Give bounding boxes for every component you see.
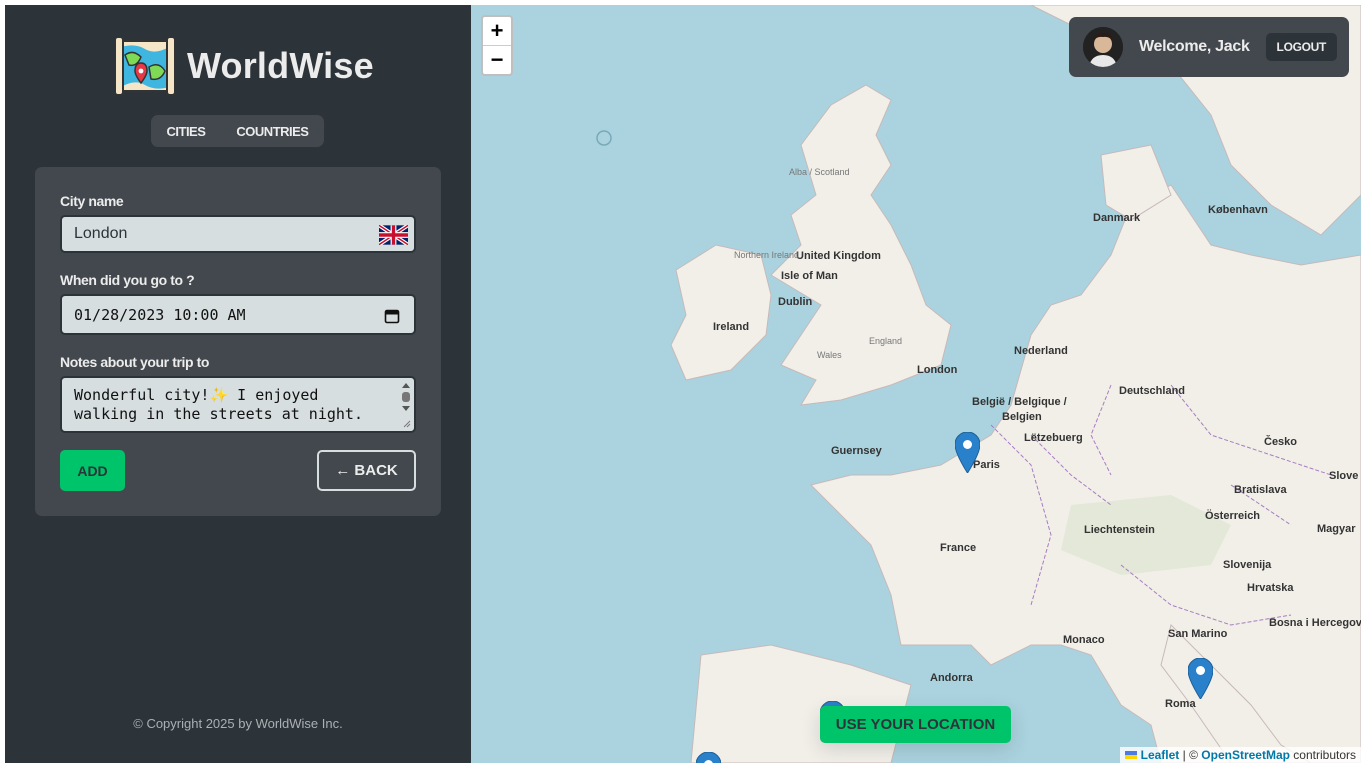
map-label-liechtenstein: Liechtenstein xyxy=(1084,524,1155,536)
notes-scrollbar[interactable] xyxy=(400,380,412,429)
use-location-button[interactable]: USE YOUR LOCATION xyxy=(820,706,1011,743)
map-label-wales: Wales xyxy=(817,350,842,360)
map-label-alba: Alba / Scotland xyxy=(789,167,850,177)
tab-cities[interactable]: CITIES xyxy=(167,124,206,139)
ukraine-flag-icon xyxy=(1125,751,1138,759)
map-marker-lisbon[interactable] xyxy=(696,752,721,763)
leaflet-link[interactable]: Leaflet xyxy=(1141,748,1180,762)
map-label-france: France xyxy=(940,542,977,554)
map-label-cesko: Česko xyxy=(1264,436,1298,448)
date-field-wrap xyxy=(60,294,416,335)
user-avatar-icon xyxy=(1083,27,1123,67)
back-button[interactable]: ← BACK xyxy=(317,450,416,491)
zoom-out-button[interactable]: − xyxy=(483,46,511,74)
logo[interactable]: WorldWise xyxy=(115,37,374,95)
map-label-bratislava: Bratislava xyxy=(1234,484,1287,496)
attribution-suffix: contributors xyxy=(1289,748,1356,762)
map-label-magyar: Magyar xyxy=(1317,523,1356,535)
map-container[interactable]: Alba / Scotland United Kingdom Isle of M… xyxy=(471,5,1361,763)
map-label-hrvatska: Hrvatska xyxy=(1247,582,1294,594)
map-label-belgien: Belgien xyxy=(1002,411,1042,423)
map-label-belgie: België / Belgique / xyxy=(972,396,1067,408)
tab-countries[interactable]: COUNTRIES xyxy=(236,124,309,139)
map-label-london: London xyxy=(917,364,958,376)
date-label: When did you go to ? xyxy=(60,272,195,288)
notes-label: Notes about your trip to xyxy=(60,354,210,370)
map-label-slovenija: Slovenija xyxy=(1223,559,1272,571)
nav-tabs: CITIES COUNTRIES xyxy=(151,115,324,147)
map-label-isle-of-man: Isle of Man xyxy=(781,270,838,282)
add-button[interactable]: ADD xyxy=(60,450,125,491)
map-label-northern-ireland: Northern Ireland xyxy=(734,250,800,260)
city-name-field-wrap xyxy=(60,215,416,253)
map-label-roma: Roma xyxy=(1165,698,1196,710)
map-label-nederland: Nederland xyxy=(1014,345,1068,357)
zoom-control: + − xyxy=(481,15,513,76)
welcome-text: Welcome, Jack xyxy=(1139,38,1250,55)
map-label-danmark: Danmark xyxy=(1093,212,1141,224)
copyright: © Copyright 2025 by WorldWise Inc. xyxy=(133,716,343,731)
map-label-monaco: Monaco xyxy=(1063,634,1105,646)
notes-field-wrap: Wonderful city!✨ I enjoyed walking in th… xyxy=(60,376,416,433)
map-label-kobenhavn: København xyxy=(1208,204,1268,216)
city-name-input[interactable] xyxy=(62,217,414,251)
app-name: WorldWise xyxy=(187,45,374,86)
city-form: City name When did you go to ? xyxy=(35,167,441,516)
app-root: WorldWise CITIES COUNTRIES City name Whe… xyxy=(5,5,1361,763)
map-label-ireland: Ireland xyxy=(713,321,750,333)
map-label-deutschland: Deutschland xyxy=(1119,385,1186,397)
map-attribution: Leaflet | © OpenStreetMap contributors xyxy=(1120,747,1361,763)
sidebar: WorldWise CITIES COUNTRIES City name Whe… xyxy=(5,5,471,763)
user-panel: Welcome, Jack LOGOUT xyxy=(1069,17,1349,77)
openstreetmap-link[interactable]: OpenStreetMap xyxy=(1201,748,1290,762)
map-label-england: England xyxy=(869,336,903,346)
map-label-letzebuerg: Lëtzebuerg xyxy=(1024,432,1083,444)
map-label-andorra: Andorra xyxy=(930,672,973,684)
attribution-separator: | © xyxy=(1179,748,1202,762)
uk-flag-icon xyxy=(379,225,408,245)
date-input[interactable] xyxy=(62,296,414,333)
logout-button[interactable]: LOGOUT xyxy=(1265,33,1338,61)
map-marker-paris[interactable] xyxy=(955,432,980,473)
map-label-san-marino: San Marino xyxy=(1168,628,1228,640)
city-name-label: City name xyxy=(60,193,124,209)
map-marker-roma[interactable] xyxy=(1188,658,1213,699)
map-label-guernsey: Guernsey xyxy=(831,445,882,457)
avatar xyxy=(1083,27,1123,67)
map-tiles[interactable] xyxy=(471,5,1361,763)
map-label-uk: United Kingdom xyxy=(796,250,881,262)
map-label-dublin: Dublin xyxy=(778,296,813,308)
map-label-osterreich: Österreich xyxy=(1205,510,1261,522)
notes-textarea[interactable]: Wonderful city!✨ I enjoyed walking in th… xyxy=(62,378,414,431)
zoom-in-button[interactable]: + xyxy=(483,17,511,46)
map-logo-icon xyxy=(115,37,175,95)
calendar-icon[interactable] xyxy=(384,308,400,324)
map-label-slove: Slove xyxy=(1329,470,1359,482)
map-label-bosna: Bosna i Hercegovina xyxy=(1269,617,1361,629)
